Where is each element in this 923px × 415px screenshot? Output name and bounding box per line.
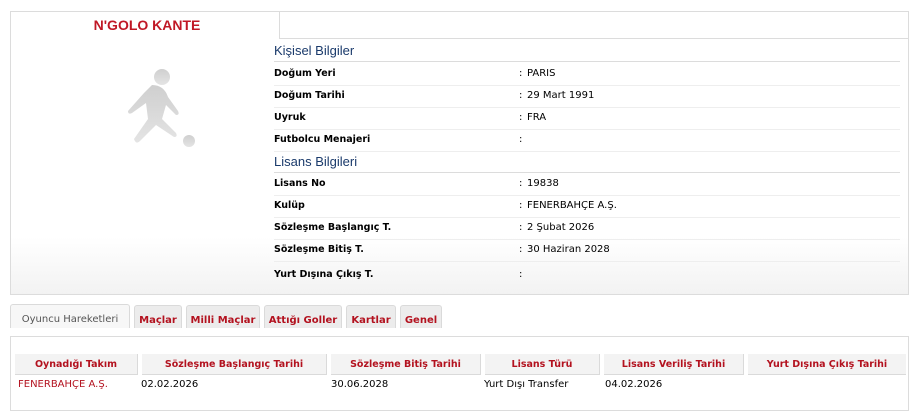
personal-row-birthdate: Doğum Tarihi : 29 Mart 1991 [274, 86, 900, 108]
table-cell-contract-end: 30.06.2028 [331, 379, 389, 390]
player-name: N'GOLO KANTE [93, 17, 201, 33]
header-divider [279, 38, 909, 39]
personal-row-birthplace: Doğum Yeri : PARIS [274, 64, 900, 86]
column-header-contract-start: Sözleşme Başlangıç Tarihi [142, 354, 327, 375]
column-header-abroad-exit-date: Yurt Dışına Çıkış Tarihi [748, 354, 906, 375]
tab-genel[interactable]: Genel [400, 305, 442, 328]
tab-maclar[interactable]: Maçlar [134, 305, 182, 328]
column-header-license-type: Lisans Türü [485, 354, 600, 375]
license-row-number: Lisans No : 19838 [274, 174, 900, 196]
tab-attigi-goller[interactable]: Attığı Goller [264, 305, 342, 328]
license-row-contract-end: Sözleşme Bitiş T. : 30 Haziran 2028 [274, 240, 900, 262]
table-cell-license-issue-date: 04.02.2026 [605, 379, 663, 390]
license-row-contract-start: Sözleşme Başlangıç T. : 2 Şubat 2026 [274, 218, 900, 240]
license-row-club: Kulüp : FENERBAHÇE A.Ş. [274, 196, 900, 218]
table-cell-team[interactable]: FENERBAHÇE A.Ş. [18, 379, 108, 390]
column-header-contract-end: Sözleşme Bitiş Tarihi [331, 354, 481, 375]
license-info-title: Lisans Bilgileri [274, 154, 900, 173]
tab-kartlar[interactable]: Kartlar [346, 305, 396, 328]
transfer-history-table: Oynadığı Takım Sözleşme Başlangıç Tarihi… [10, 336, 909, 411]
column-header-license-issue-date: Lisans Veriliş Tarihi [604, 354, 744, 375]
table-cell-license-type: Yurt Dışı Transfer [484, 379, 569, 390]
tab-milli-maclar[interactable]: Milli Maçlar [186, 305, 260, 328]
table-cell-contract-start: 02.02.2026 [141, 379, 199, 390]
tab-oyuncu-hareketleri[interactable]: Oyuncu Hareketleri [10, 304, 130, 328]
personal-info-title: Kişisel Bilgiler [274, 43, 900, 62]
player-silhouette-icon [128, 69, 195, 147]
column-header-team: Oynadığı Takım [15, 354, 138, 375]
personal-row-nationality: Uyruk : FRA [274, 108, 900, 130]
license-row-abroad-exit: Yurt Dışına Çıkış T. : [274, 269, 523, 280]
personal-row-agent: Futbolcu Menajeri : [274, 130, 900, 152]
